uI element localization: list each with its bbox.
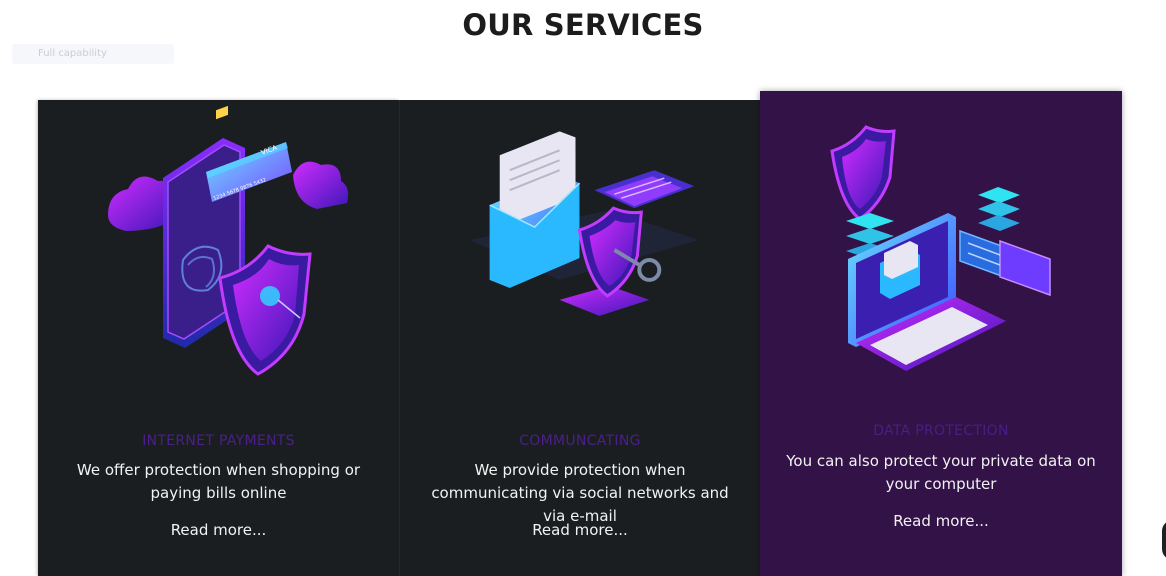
card-description: We offer protection when shopping or pay… <box>76 461 361 502</box>
tablet-icon <box>594 170 695 209</box>
shield-icon <box>830 125 896 221</box>
services-cards: VICA 1234 5678 9876 5432 INTERNET PAYMEN… <box>0 0 1166 576</box>
chat-widget-button[interactable] <box>1162 520 1166 560</box>
card-description: You can also protect your private data o… <box>786 452 1096 493</box>
server-icon-right <box>978 187 1020 231</box>
read-more-link[interactable]: Read more... <box>760 512 1122 530</box>
read-more-link[interactable]: Read more... <box>400 521 760 539</box>
card-description: We provide protection when communicating… <box>431 461 729 525</box>
card-title: DATA PROTECTION <box>873 423 1009 439</box>
service-card-data-protection[interactable]: DATA PROTECTION You can also protect you… <box>760 91 1122 576</box>
payments-illustration: VICA 1234 5678 9876 5432 <box>38 100 399 400</box>
card-title: INTERNET PAYMENTS <box>142 433 295 449</box>
communicating-illustration <box>400 100 760 400</box>
cloud-icon-right <box>293 161 349 209</box>
service-card-internet-payments[interactable]: VICA 1234 5678 9876 5432 INTERNET PAYMEN… <box>38 100 399 576</box>
service-card-communicating[interactable]: COMMUNCATING We provide protection when … <box>399 100 760 576</box>
data-protection-illustration <box>760 91 1122 391</box>
document-icon <box>959 229 1051 297</box>
read-more-link[interactable]: Read more... <box>38 521 399 539</box>
card-title: COMMUNCATING <box>519 433 641 449</box>
